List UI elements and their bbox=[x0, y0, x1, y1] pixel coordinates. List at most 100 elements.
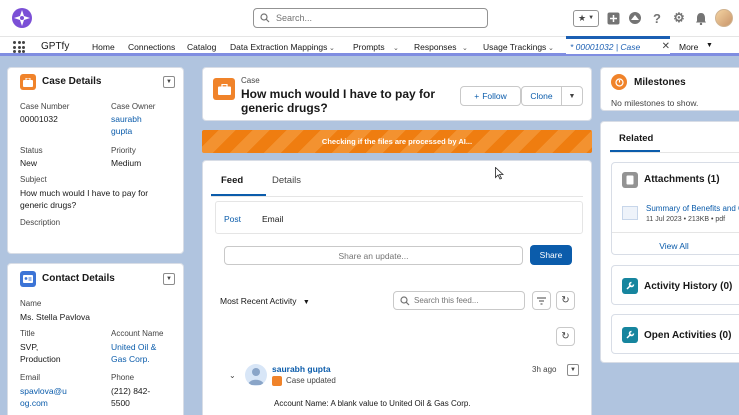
name-value: Ms. Stella Pavlova bbox=[20, 312, 90, 322]
nav-item-catalog[interactable]: Catalog bbox=[187, 42, 216, 52]
email-link-line2[interactable]: og.com bbox=[20, 397, 48, 409]
contact-details-menu-button[interactable]: ▼ bbox=[163, 273, 175, 285]
account-name-link-line2[interactable]: Gas Corp. bbox=[111, 353, 150, 365]
tab-feed[interactable]: Feed bbox=[221, 175, 243, 186]
chevron-down-icon: ▼ bbox=[302, 299, 310, 306]
publisher: Post Email bbox=[215, 201, 583, 234]
activity-history-related-list: Activity History (0) bbox=[611, 265, 739, 305]
description-label: Description bbox=[20, 218, 61, 227]
title-label: Title bbox=[20, 329, 35, 338]
chevron-down-icon[interactable]: ⌄ bbox=[329, 44, 335, 52]
notifications-bell-icon[interactable] bbox=[693, 10, 709, 26]
milestones-empty-text: No milestones to show. bbox=[611, 98, 699, 108]
tab-related[interactable]: Related bbox=[619, 133, 653, 144]
title-value-line2: Production bbox=[20, 354, 61, 364]
help-icon[interactable]: ? bbox=[649, 10, 665, 26]
share-button[interactable]: Share bbox=[530, 245, 572, 265]
author-avatar[interactable] bbox=[245, 364, 267, 386]
tab-divider bbox=[211, 196, 583, 197]
case-owner-link[interactable]: saurabh bbox=[111, 113, 142, 125]
share-update-placeholder: Share an update... bbox=[338, 251, 409, 261]
setup-gear-icon[interactable]: ⚙ bbox=[671, 10, 687, 26]
plus-icon: + bbox=[474, 91, 480, 101]
view-all-link[interactable]: View All bbox=[612, 241, 736, 251]
feed-author-link[interactable]: saurabh gupta bbox=[272, 364, 331, 374]
tab-details[interactable]: Details bbox=[272, 175, 301, 186]
chevron-down-icon[interactable]: ⌄ bbox=[393, 44, 399, 52]
attachment-icon bbox=[622, 172, 638, 188]
file-thumbnail-icon[interactable] bbox=[622, 206, 638, 220]
attachment-meta: 11 Jul 2023 • 213KB • pdf bbox=[646, 216, 726, 223]
open-activities-related-list: Open Activities (0) bbox=[611, 314, 739, 354]
case-details-menu-button[interactable]: ▼ bbox=[163, 76, 175, 88]
search-icon bbox=[400, 296, 410, 306]
activity-history-title[interactable]: Activity History (0) bbox=[644, 281, 732, 292]
gptfy-logo-icon[interactable] bbox=[10, 6, 34, 30]
app-launcher-waffle-icon[interactable] bbox=[13, 41, 25, 53]
attachments-title[interactable]: Attachments (1) bbox=[644, 174, 720, 185]
app-name: GPTfy bbox=[41, 41, 70, 52]
workspace-tab-case[interactable]: * 00001032 | Case ✕ bbox=[566, 36, 670, 54]
user-avatar[interactable] bbox=[715, 9, 733, 27]
publisher-tab-post[interactable]: Post bbox=[224, 214, 241, 224]
email-link[interactable]: spavlova@u bbox=[20, 385, 67, 397]
open-activities-title[interactable]: Open Activities (0) bbox=[644, 330, 731, 341]
feed-action-text: Case updated bbox=[286, 376, 336, 385]
share-update-input[interactable]: Share an update... bbox=[224, 246, 523, 265]
feed-panel: Feed Details Post Email Share an update.… bbox=[202, 160, 592, 415]
tab-divider bbox=[610, 152, 739, 153]
nav-item-data-extraction-mappings[interactable]: Data Extraction Mappings bbox=[230, 42, 327, 52]
case-owner-label: Case Owner bbox=[111, 102, 156, 111]
close-tab-icon[interactable]: ✕ bbox=[662, 41, 670, 52]
title-value: SVP, bbox=[20, 342, 39, 352]
nav-item-usage-trackings[interactable]: Usage Trackings bbox=[483, 42, 546, 52]
chevron-down-icon[interactable]: ⌄ bbox=[548, 44, 554, 52]
nav-more[interactable]: More bbox=[679, 42, 698, 52]
trailhead-icon[interactable] bbox=[627, 10, 643, 26]
attachment-name-link[interactable]: Summary of Benefits and C bbox=[646, 204, 739, 213]
contact-icon bbox=[20, 271, 36, 287]
related-panel: Related Attachments (1) Summary of Benef… bbox=[600, 121, 739, 363]
status-value: New bbox=[20, 158, 38, 168]
favorites-button[interactable]: ★ ▼ bbox=[573, 9, 599, 27]
account-name-label: Account Name bbox=[111, 329, 164, 338]
filter-icon bbox=[537, 297, 546, 304]
chevron-down-icon[interactable]: ⌄ bbox=[462, 44, 468, 52]
filter-feed-button[interactable] bbox=[532, 291, 551, 310]
sort-menu[interactable]: Most Recent Activity ▼ bbox=[220, 296, 310, 306]
subject-value-line2: generic drugs? bbox=[20, 200, 77, 210]
object-type-label: Case bbox=[241, 76, 260, 85]
status-label: Status bbox=[20, 146, 43, 155]
case-owner-link-line2[interactable]: gupta bbox=[111, 125, 132, 137]
more-actions-button[interactable]: ▼ bbox=[561, 86, 583, 106]
milestones-card: Milestones No milestones to show. bbox=[600, 67, 739, 111]
account-name-link[interactable]: United Oil & bbox=[111, 341, 156, 353]
feed-change-detail: Account Name: A blank value to United Oi… bbox=[274, 399, 471, 408]
star-icon: ★ bbox=[577, 12, 587, 23]
priority-value: Medium bbox=[111, 158, 142, 168]
collapse-chevron-icon[interactable]: ⌄ bbox=[229, 371, 236, 380]
refresh-button[interactable]: ↻ bbox=[556, 327, 575, 346]
clone-button[interactable]: Clone bbox=[521, 86, 562, 106]
nav-item-prompts[interactable]: Prompts bbox=[353, 42, 385, 52]
name-label: Name bbox=[20, 299, 42, 308]
global-actions-plus-icon[interactable] bbox=[605, 10, 621, 26]
phone-value-line2: 5500 bbox=[111, 398, 130, 408]
follow-button[interactable]: + Follow bbox=[460, 86, 521, 106]
subject-value: How much would I have to pay for bbox=[20, 188, 149, 198]
phone-value: (212) 842- bbox=[111, 386, 151, 396]
case-icon bbox=[213, 78, 235, 100]
phone-label: Phone bbox=[111, 373, 135, 382]
wrench-icon bbox=[622, 327, 638, 343]
publisher-tab-email[interactable]: Email bbox=[262, 214, 283, 224]
chevron-down-icon[interactable]: ▼ bbox=[706, 42, 713, 49]
feed-item-menu-button[interactable]: ▼ bbox=[567, 364, 579, 376]
refresh-icon: ↻ bbox=[561, 295, 570, 306]
feed-timestamp[interactable]: 3h ago bbox=[532, 365, 556, 374]
nav-item-responses[interactable]: Responses bbox=[414, 42, 457, 52]
feed-search-input[interactable]: Search this feed... bbox=[393, 291, 525, 310]
nav-item-connections[interactable]: Connections bbox=[128, 42, 175, 52]
refresh-feed-button[interactable]: ↻ bbox=[556, 291, 575, 310]
nav-item-home[interactable]: Home bbox=[92, 42, 115, 52]
global-search-input[interactable]: Search... bbox=[253, 8, 488, 28]
